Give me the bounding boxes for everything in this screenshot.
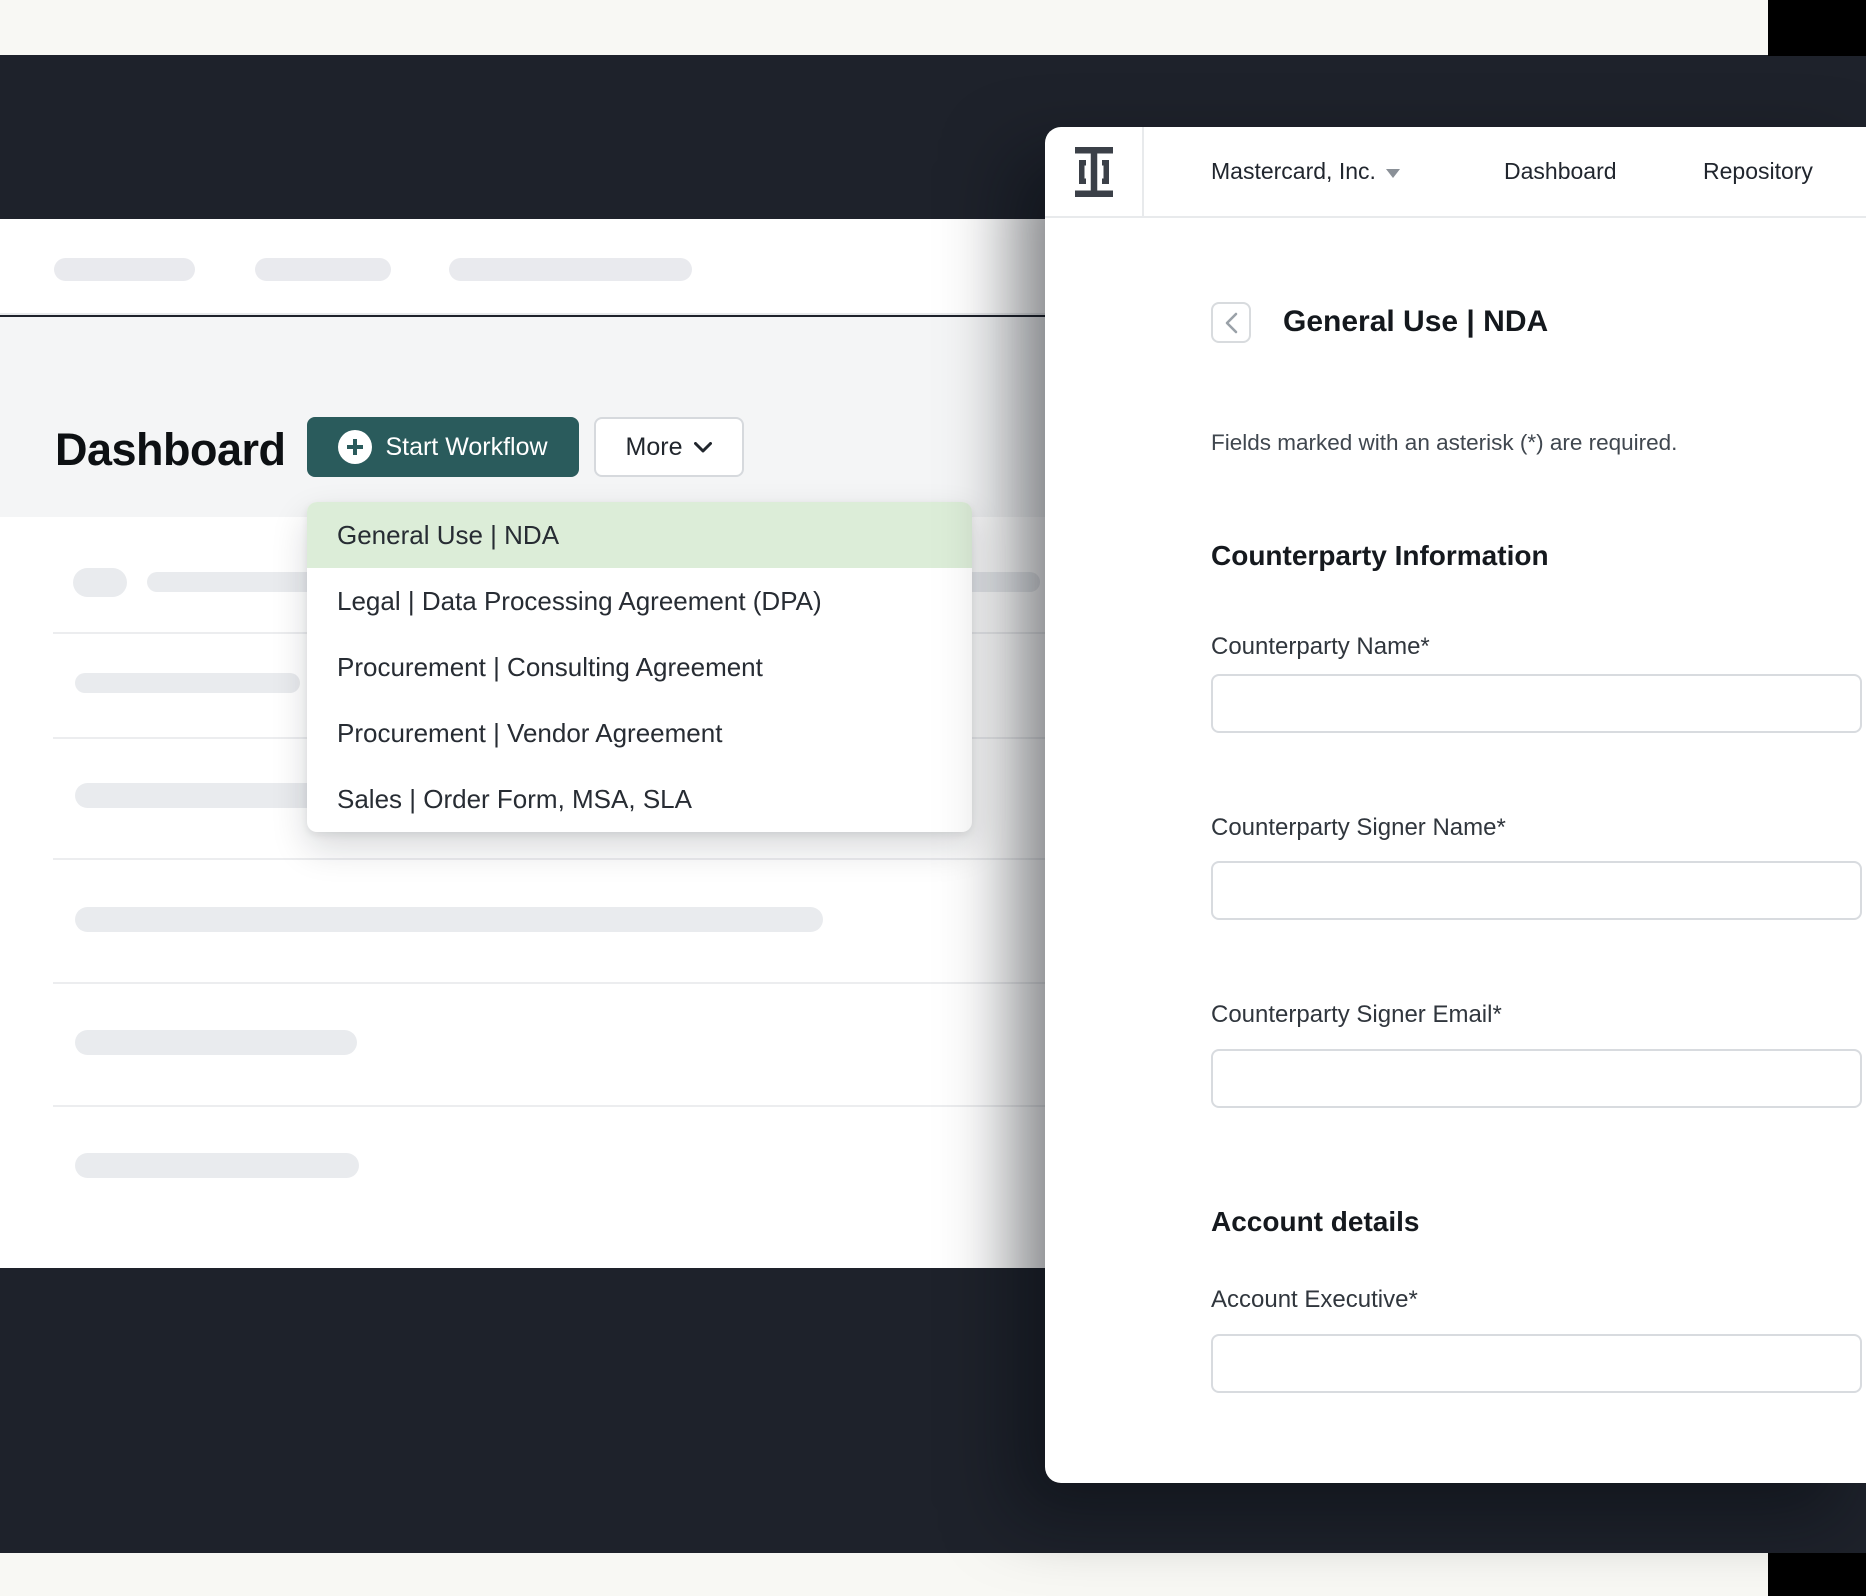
field-label-counterparty-name: Counterparty Name* bbox=[1211, 633, 1430, 661]
top-right-black-block bbox=[1768, 0, 1866, 56]
plus-circle-icon bbox=[338, 430, 372, 464]
form-title: General Use | NDA bbox=[1283, 305, 1548, 339]
skeleton-pill bbox=[54, 258, 195, 281]
page-title: Dashboard bbox=[55, 424, 286, 476]
row-divider bbox=[53, 1105, 1053, 1107]
skeleton-bar bbox=[75, 907, 823, 932]
nav-item-repository[interactable]: Repository bbox=[1703, 127, 1813, 216]
counterparty-signer-name-input[interactable] bbox=[1211, 861, 1862, 920]
ironclad-logo-icon bbox=[1075, 147, 1113, 197]
field-label-counterparty-signer-name: Counterparty Signer Name* bbox=[1211, 814, 1506, 842]
field-label-counterparty-signer-email: Counterparty Signer Email* bbox=[1211, 1001, 1502, 1029]
panel-top-nav: Mastercard, Inc. Dashboard Repository bbox=[1045, 127, 1866, 218]
section-heading-counterparty: Counterparty Information bbox=[1211, 540, 1549, 572]
counterparty-name-input[interactable] bbox=[1211, 674, 1862, 733]
skeleton-pill bbox=[255, 258, 391, 281]
menu-item-procurement-consulting[interactable]: Procurement | Consulting Agreement bbox=[307, 634, 972, 700]
logo-cell[interactable] bbox=[1045, 127, 1144, 216]
skeleton-bar bbox=[75, 1030, 357, 1055]
company-switcher[interactable]: Mastercard, Inc. bbox=[1211, 127, 1400, 216]
skeleton-bar bbox=[75, 673, 300, 693]
more-button[interactable]: More bbox=[594, 417, 744, 477]
menu-item-procurement-vendor[interactable]: Procurement | Vendor Agreement bbox=[307, 700, 972, 766]
start-workflow-label: Start Workflow bbox=[385, 433, 547, 462]
menu-item-legal-dpa[interactable]: Legal | Data Processing Agreement (DPA) bbox=[307, 568, 972, 634]
workflow-form-panel: Mastercard, Inc. Dashboard Repository Ge… bbox=[1045, 127, 1866, 1483]
section-heading-account-details: Account details bbox=[1211, 1206, 1419, 1238]
menu-item-sales-order-form[interactable]: Sales | Order Form, MSA, SLA bbox=[307, 766, 972, 832]
caret-down-icon bbox=[1386, 169, 1400, 178]
company-name: Mastercard, Inc. bbox=[1211, 158, 1376, 185]
row-divider bbox=[53, 858, 1053, 860]
counterparty-signer-email-input[interactable] bbox=[1211, 1049, 1862, 1108]
bottom-light-strip bbox=[0, 1553, 1768, 1596]
bottom-right-black-block bbox=[1768, 1553, 1866, 1596]
chevron-down-icon bbox=[694, 442, 712, 453]
skeleton-avatar bbox=[73, 568, 127, 597]
row-divider bbox=[53, 982, 1053, 984]
account-executive-input[interactable] bbox=[1211, 1334, 1862, 1393]
nav-item-dashboard[interactable]: Dashboard bbox=[1504, 127, 1617, 216]
menu-item-general-use-nda[interactable]: General Use | NDA bbox=[307, 502, 972, 568]
field-label-account-executive: Account Executive* bbox=[1211, 1286, 1418, 1314]
required-note: Fields marked with an asterisk (*) are r… bbox=[1211, 430, 1677, 456]
skeleton-bar bbox=[75, 1153, 359, 1178]
back-button[interactable] bbox=[1211, 302, 1251, 343]
start-workflow-button[interactable]: Start Workflow bbox=[307, 417, 579, 477]
workflow-template-menu: General Use | NDA Legal | Data Processin… bbox=[307, 502, 972, 832]
chevron-left-icon bbox=[1224, 312, 1239, 334]
skeleton-pill bbox=[449, 258, 692, 281]
more-label: More bbox=[626, 433, 683, 462]
